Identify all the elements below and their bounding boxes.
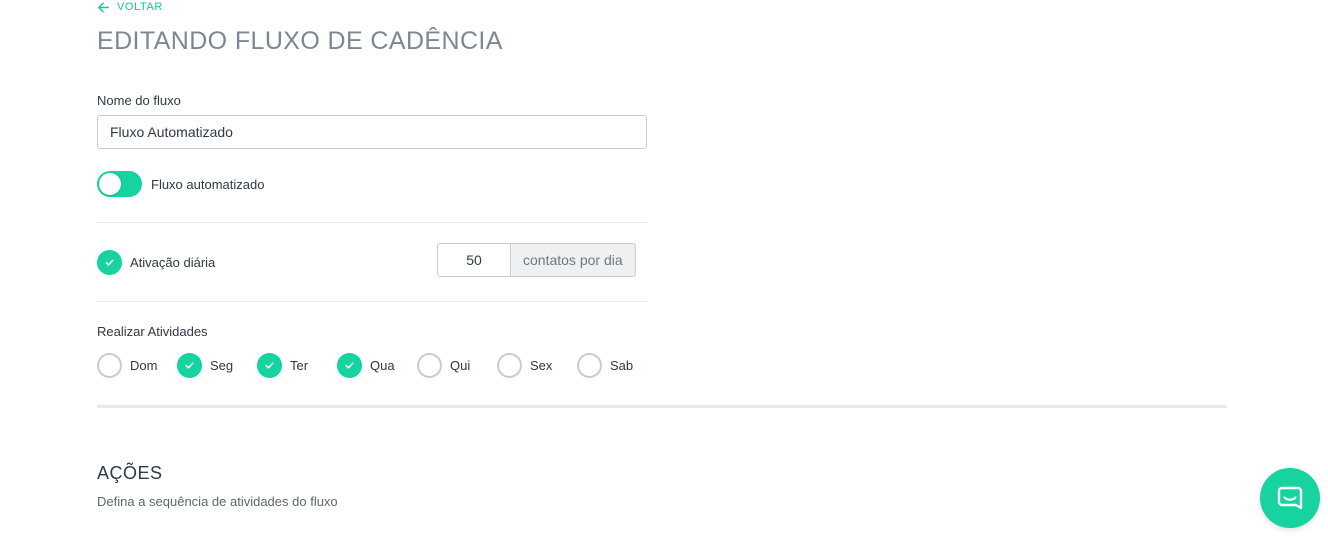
back-link[interactable]: VOLTAR [97, 0, 163, 14]
day-checkbox[interactable] [257, 353, 282, 378]
check-icon [345, 362, 354, 369]
day-label: Ter [290, 358, 309, 373]
flow-name-label: Nome do fluxo [97, 93, 181, 108]
day-checkbox[interactable] [577, 353, 602, 378]
actions-title: AÇÕES [97, 463, 163, 483]
divider [97, 301, 647, 302]
day-option-sex[interactable]: Sex [497, 353, 577, 378]
day-option-qui[interactable]: Qui [417, 353, 497, 378]
automated-toggle-label: Fluxo automatizado [151, 176, 265, 192]
actions-subtitle: Defina a sequência de atividades do flux… [97, 494, 338, 509]
days-label: Realizar Atividades [97, 324, 208, 339]
daily-activation-label: Ativação diária [130, 255, 216, 270]
day-label: Seg [210, 358, 234, 373]
automated-toggle[interactable] [97, 171, 142, 197]
day-checkbox[interactable] [97, 353, 122, 378]
page-title: EDITANDO FLUXO DE CADÊNCIA [97, 27, 503, 55]
check-icon [265, 362, 274, 369]
day-option-seg[interactable]: Seg [177, 353, 257, 378]
section-divider [97, 405, 1227, 408]
day-option-dom[interactable]: Dom [97, 353, 177, 378]
flow-name-input[interactable] [97, 115, 647, 149]
day-label: Qua [370, 358, 395, 373]
day-label: Qui [450, 358, 471, 373]
day-label: Dom [130, 358, 158, 373]
daily-activation-row: Ativação diária [97, 250, 215, 275]
daily-count-input[interactable] [437, 243, 510, 277]
day-checkbox[interactable] [337, 353, 362, 378]
divider [97, 222, 647, 223]
day-label: Sex [530, 358, 553, 373]
daily-count-unit: contatos por dia [510, 243, 636, 277]
check-icon [185, 362, 194, 369]
daily-activation-checkbox[interactable] [97, 250, 122, 275]
day-checkbox[interactable] [417, 353, 442, 378]
day-option-ter[interactable]: Ter [257, 353, 337, 378]
day-label: Sab [610, 358, 634, 373]
days-row: Dom Seg Ter Qua Qui Sex Sab [97, 353, 657, 378]
arrow-left-icon [98, 2, 109, 12]
chat-bubble-icon [1277, 486, 1303, 510]
chat-button[interactable] [1260, 468, 1320, 528]
day-option-sab[interactable]: Sab [577, 353, 657, 378]
day-checkbox[interactable] [177, 353, 202, 378]
day-checkbox[interactable] [497, 353, 522, 378]
day-option-qua[interactable]: Qua [337, 353, 417, 378]
back-label: VOLTAR [117, 1, 163, 13]
toggle-knob [99, 173, 121, 195]
check-icon [105, 259, 114, 266]
daily-count-group: contatos por dia [437, 243, 636, 277]
automated-toggle-row: Fluxo automatizado [97, 171, 264, 197]
